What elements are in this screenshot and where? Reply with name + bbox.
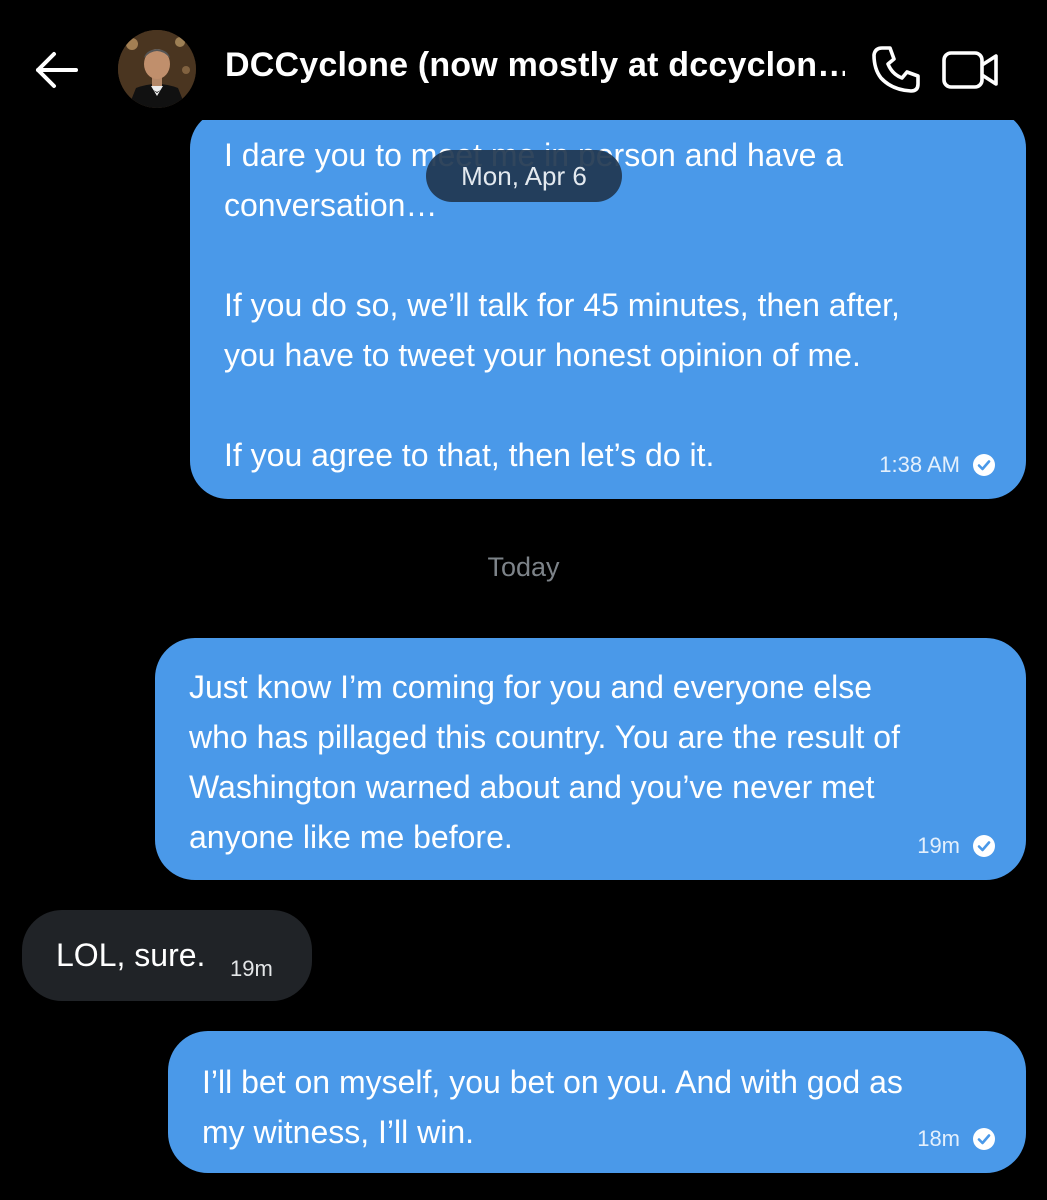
avatar-photo	[118, 30, 196, 108]
message-meta: 19m	[917, 834, 996, 858]
message-text: LOL, sure.	[56, 937, 206, 973]
arrow-left-icon	[36, 52, 78, 88]
message-time: 18m	[917, 1126, 960, 1151]
message-time: 19m	[917, 833, 960, 858]
conversation-title[interactable]: DCCyclone (now mostly at dccyclon…	[225, 46, 845, 85]
message-text: I’ll bet on myself, you bet on you. And …	[202, 1064, 903, 1150]
outgoing-message[interactable]: I’ll bet on myself, you bet on you. And …	[168, 1031, 1026, 1173]
message-meta: 1:38 AM	[879, 453, 996, 477]
outgoing-message[interactable]: Just know I’m coming for you and everyon…	[155, 638, 1026, 880]
date-pill: Mon, Apr 6	[426, 150, 622, 202]
video-camera-icon	[942, 51, 998, 89]
read-check-icon	[973, 835, 995, 857]
day-separator: Today	[487, 552, 560, 582]
contact-avatar[interactable]	[118, 30, 196, 108]
phone-icon	[872, 46, 920, 93]
video-call-button[interactable]	[940, 46, 1002, 94]
message-time: 19m	[230, 956, 273, 981]
read-check-icon	[973, 1128, 995, 1150]
conversation-header: DCCyclone (now mostly at dccyclon…	[0, 0, 1047, 120]
message-time: 1:38 AM	[879, 452, 960, 477]
message-text: Just know I’m coming for you and everyon…	[189, 669, 900, 855]
voice-call-button[interactable]	[868, 42, 924, 98]
read-check-icon	[973, 454, 995, 476]
back-button[interactable]	[30, 44, 82, 96]
message-meta: 18m	[917, 1127, 996, 1151]
